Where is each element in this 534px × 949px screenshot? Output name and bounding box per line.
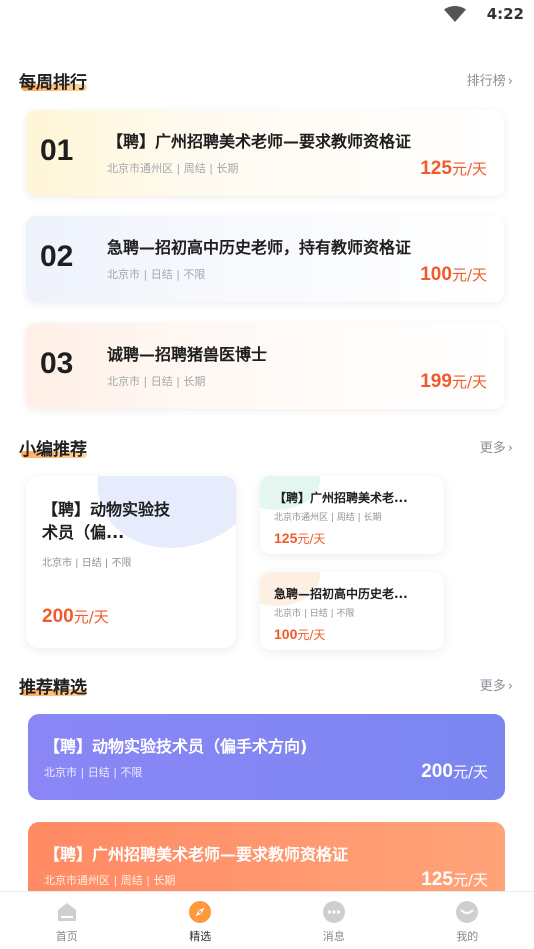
pay-unit: 元/天 [452, 871, 488, 889]
job-meta: 北京市通州区 | 周结 | 长期 [44, 874, 176, 887]
editor-pick-card-1[interactable]: 【聘】广州招聘美术老... 北京市通州区 | 周结 | 长期 125元/天 [260, 476, 444, 554]
editor-picks-more-link[interactable]: 更多 › [480, 437, 513, 456]
profile-icon [456, 901, 479, 923]
job-title: 诚聘—招聘猪兽医博士 [107, 345, 268, 364]
job-title: 【聘】广州招聘美术老师—要求教师资格证 [44, 845, 349, 864]
featured-header: 推荐精选 更多 › [19, 673, 515, 698]
pay-amount: 100 [420, 264, 452, 285]
tab-messages[interactable]: 消息 [267, 892, 401, 949]
pay-unit: 元/天 [451, 266, 487, 284]
chevron-right-icon: › [507, 74, 513, 89]
job-title: 【聘】动物实验技术员（偏手术方向) [44, 737, 308, 756]
job-meta: 北京市 | 日结 | 不限 [44, 766, 143, 779]
job-pay: 199元/天 [420, 371, 487, 393]
weekly-rank-title: 每周排行 [19, 73, 87, 93]
editor-pick-card-2[interactable]: 急聘—招初高中历史老... 北京市 | 日结 | 不限 100元/天 [260, 572, 444, 650]
pay-unit: 元/天 [451, 160, 487, 178]
featured-title: 推荐精选 [19, 678, 87, 698]
featured-card-1[interactable]: 【聘】动物实验技术员（偏手术方向) 北京市 | 日结 | 不限 200元/天 [28, 714, 505, 800]
pay-unit: 元/天 [297, 628, 326, 642]
tab-featured[interactable]: 精选 [134, 892, 268, 949]
chevron-right-icon: › [507, 441, 513, 456]
job-pay: 200元/天 [421, 761, 488, 783]
job-meta: 北京市 | 日结 | 不限 [274, 609, 355, 619]
tab-label: 精选 [189, 930, 212, 943]
status-time: 4:22 [486, 5, 524, 23]
pay-amount: 100 [274, 626, 298, 642]
rank-number: 01 [40, 134, 74, 167]
weekly-rank-header: 每周排行 排行榜 › [19, 68, 515, 93]
editor-picks-header: 小编推荐 更多 › [19, 435, 515, 460]
job-meta: 北京市 | 日结 | 不限 [42, 558, 132, 569]
featured-more-link[interactable]: 更多 › [480, 675, 513, 694]
job-meta: 北京市通州区 | 周结 | 长期 [107, 162, 239, 175]
tab-profile[interactable]: 我的 [401, 892, 534, 949]
more-link-label: 更多 [479, 441, 506, 456]
rank-card-3[interactable]: 03 诚聘—招聘猪兽医博士 北京市 | 日结 | 长期 199元/天 [26, 323, 504, 409]
job-pay: 125元/天 [420, 158, 487, 180]
message-icon [322, 901, 345, 923]
tab-label: 我的 [456, 930, 479, 943]
pay-amount: 125 [274, 530, 298, 546]
rank-list-link-label: 排行榜 [466, 74, 506, 89]
tab-home[interactable]: 首页 [0, 892, 134, 949]
rank-number: 02 [40, 240, 74, 273]
more-link-label: 更多 [479, 679, 506, 694]
job-pay: 100元/天 [420, 264, 487, 286]
status-bar: 4:22 [0, 0, 534, 32]
rank-card-2[interactable]: 02 急聘—招初高中历史老师，持有教师资格证 北京市 | 日结 | 不限 100… [26, 216, 504, 302]
job-title: 【聘】广州招聘美术老... [274, 491, 408, 505]
job-title: 【聘】广州招聘美术老师—要求教师资格证 [107, 132, 412, 151]
job-meta: 北京市通州区 | 周结 | 长期 [274, 513, 382, 523]
pay-unit: 元/天 [452, 763, 488, 781]
job-meta: 北京市 | 日结 | 不限 [107, 268, 206, 281]
editor-pick-main-card[interactable]: 【聘】动物实验技术员（偏... 北京市 | 日结 | 不限 200元/天 [26, 476, 236, 648]
pay-amount: 199 [420, 371, 452, 392]
job-pay: 100元/天 [274, 624, 325, 643]
job-title: 急聘—招初高中历史老师，持有教师资格证 [107, 238, 412, 257]
pay-amount: 125 [420, 158, 452, 179]
compass-icon [189, 901, 212, 923]
chevron-right-icon: › [507, 679, 513, 694]
job-pay: 125元/天 [421, 869, 488, 891]
editor-picks-title: 小编推荐 [19, 440, 87, 460]
tab-label: 首页 [55, 930, 78, 943]
job-pay: 200元/天 [42, 606, 109, 628]
tab-label: 消息 [322, 930, 345, 943]
job-title: 【聘】动物实验技术员（偏... [42, 500, 171, 542]
home-icon [57, 903, 76, 921]
pay-unit: 元/天 [297, 532, 326, 546]
job-title: 急聘—招初高中历史老... [274, 587, 408, 601]
job-meta: 北京市 | 日结 | 长期 [107, 375, 206, 388]
bottom-tab-bar: 首页 精选 消息 我的 [0, 891, 534, 949]
wifi-icon [444, 6, 466, 22]
rank-number: 03 [40, 347, 74, 380]
pay-amount: 200 [421, 761, 453, 782]
rank-list-link[interactable]: 排行榜 › [467, 70, 513, 89]
pay-amount: 200 [42, 606, 74, 627]
pay-unit: 元/天 [73, 608, 109, 626]
rank-card-1[interactable]: 01 【聘】广州招聘美术老师—要求教师资格证 北京市通州区 | 周结 | 长期 … [26, 110, 504, 196]
job-pay: 125元/天 [274, 528, 325, 547]
pay-unit: 元/天 [451, 373, 487, 391]
pay-amount: 125 [421, 869, 453, 890]
